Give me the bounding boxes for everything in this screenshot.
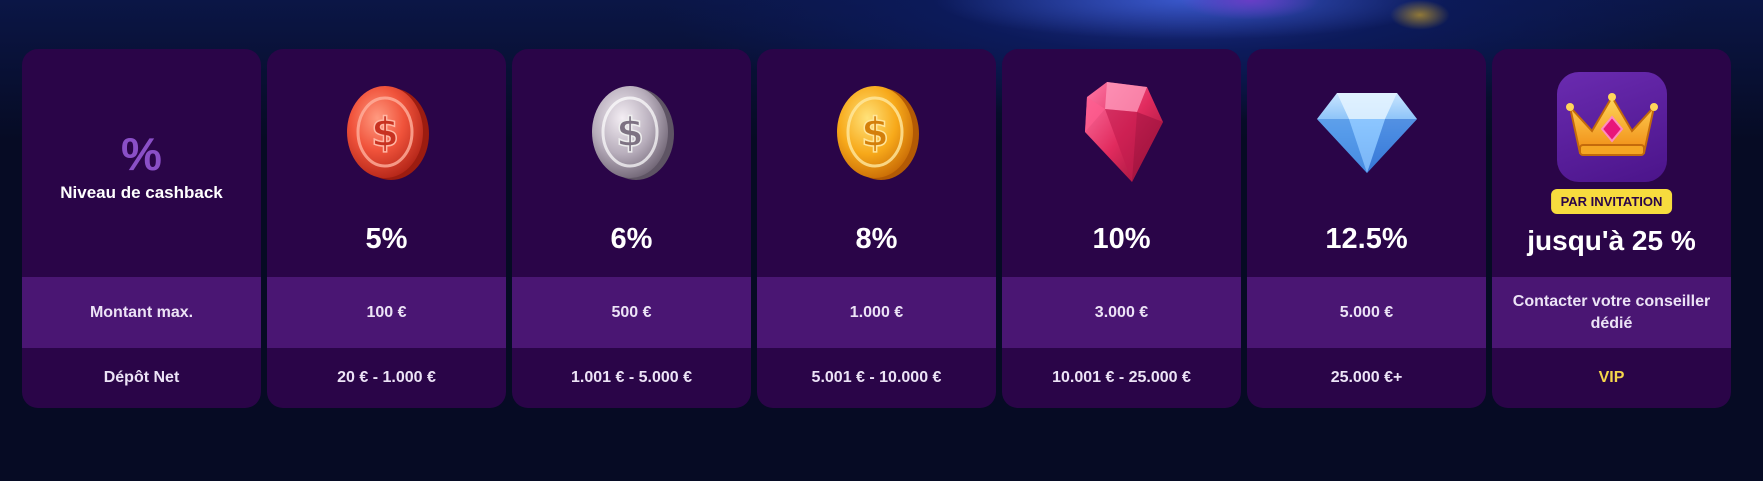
header-top: % Niveau de cashback — [22, 49, 261, 277]
cashback-header-card: % Niveau de cashback Montant max. Dépôt … — [22, 49, 261, 408]
diamond-icon — [1312, 77, 1422, 187]
net-deposit: 20 € - 1.000 € — [337, 369, 436, 386]
max-amount: 5.000 € — [1247, 277, 1486, 348]
net-deposit: 25.000 €+ — [1330, 369, 1403, 386]
tier-card-5[interactable]: 12.5% 5.000 € 25.000 €+ — [1247, 49, 1486, 408]
silver-coin-icon: $ — [577, 77, 687, 187]
cashback-percent: 10% — [1092, 223, 1151, 255]
cashback-percent: jusqu'à 25 % — [1527, 225, 1696, 256]
max-amount: 100 € — [267, 277, 506, 348]
svg-text:$: $ — [616, 110, 644, 156]
cashback-level-label: Niveau de cashback — [60, 183, 223, 202]
tier-card-vip[interactable]: PAR INVITATION jusqu'à 25 % Contacter vo… — [1492, 49, 1731, 408]
background-glow-gold — [1390, 0, 1450, 30]
cashback-percent: 8% — [855, 223, 898, 255]
invitation-badge: PAR INVITATION — [1550, 189, 1673, 214]
net-deposit: 1.001 € - 5.000 € — [571, 369, 692, 386]
max-amount: 500 € — [512, 277, 751, 348]
tier-card-1[interactable]: $ 5% 100 € 20 € - 1.000 € — [267, 49, 506, 408]
max-amount: 3.000 € — [1002, 277, 1241, 348]
max-amount: Contacter votre conseiller dédié — [1492, 277, 1731, 348]
net-deposit: 10.001 € - 25.000 € — [1052, 369, 1191, 386]
svg-text:$: $ — [371, 110, 399, 156]
crown-icon — [1556, 72, 1667, 182]
ruby-gem-icon — [1067, 77, 1177, 187]
cashback-percent: 12.5% — [1325, 223, 1408, 255]
tier-card-2[interactable]: $ 6% 500 € 1.001 € - 5.000 € — [512, 49, 751, 408]
cashback-percent: 6% — [610, 223, 653, 255]
net-deposit: 5.001 € - 10.000 € — [811, 369, 942, 386]
svg-text:$: $ — [861, 110, 889, 156]
tier-card-4[interactable]: 10% 3.000 € 10.001 € - 25.000 € — [1002, 49, 1241, 408]
tier-card-3[interactable]: $ 8% 1.000 € 5.001 € - 10.000 € — [757, 49, 996, 408]
percent-icon: % — [121, 128, 162, 180]
max-amount-label: Montant max. — [22, 277, 261, 348]
red-coin-icon: $ — [332, 77, 442, 187]
cashback-table: % Niveau de cashback Montant max. Dépôt … — [22, 49, 1731, 408]
net-deposit-label: Dépôt Net — [103, 369, 180, 386]
max-amount: 1.000 € — [757, 277, 996, 348]
gold-coin-icon: $ — [822, 77, 932, 187]
net-deposit: VIP — [1598, 369, 1625, 386]
cashback-percent: 5% — [365, 223, 408, 255]
